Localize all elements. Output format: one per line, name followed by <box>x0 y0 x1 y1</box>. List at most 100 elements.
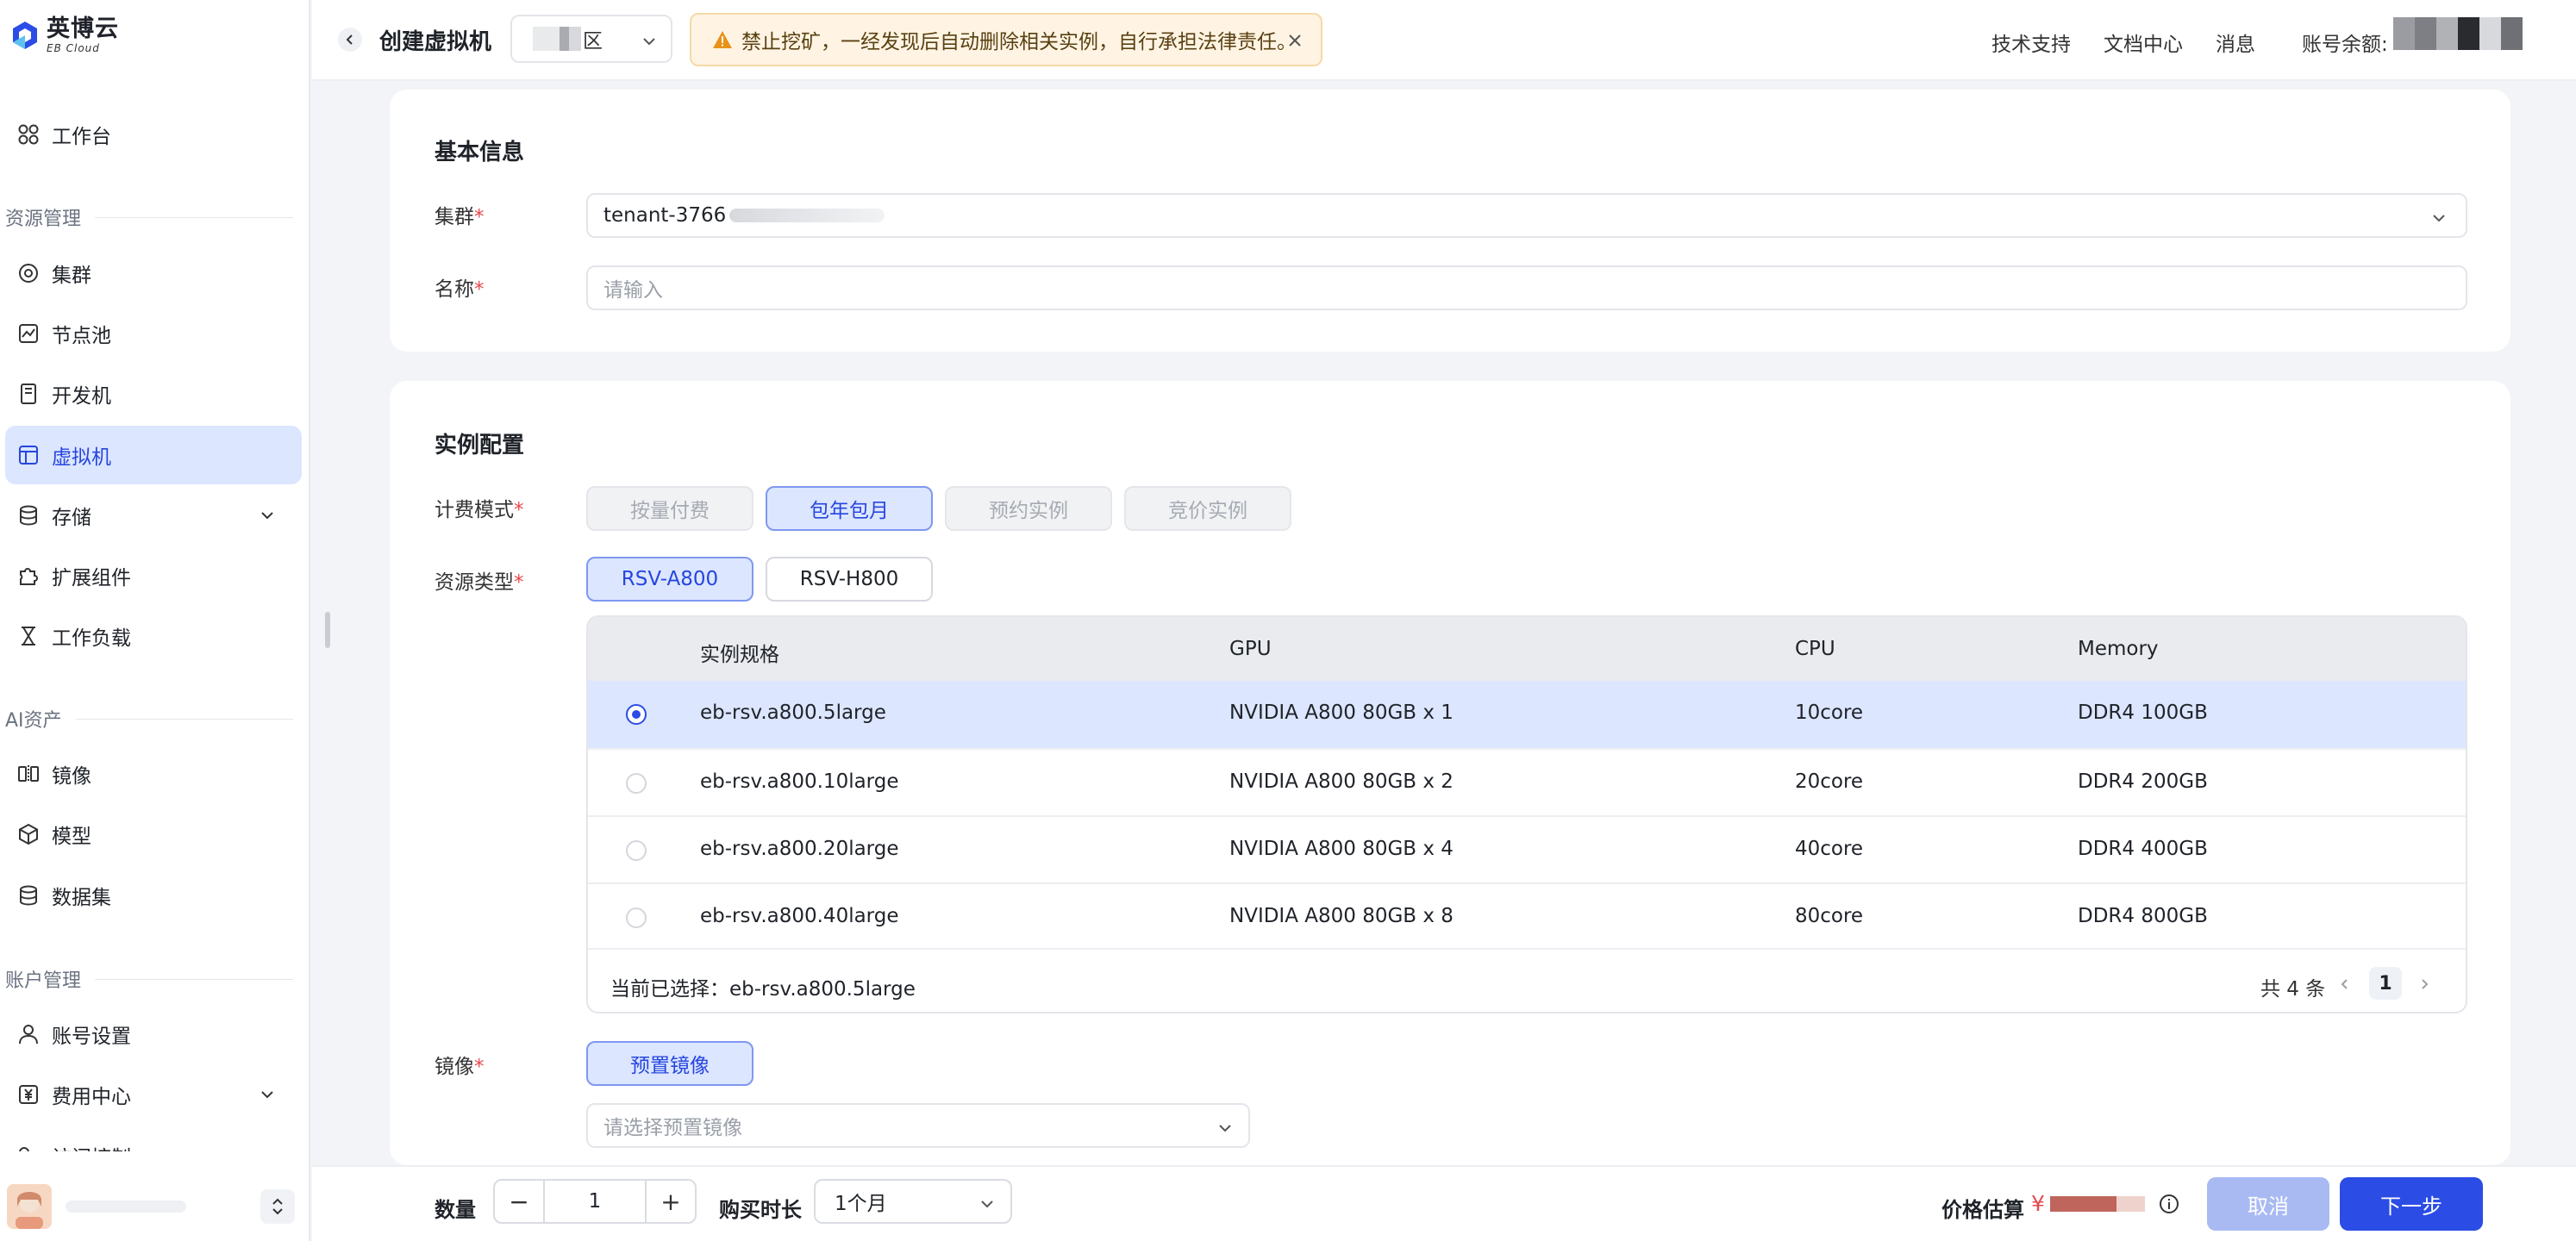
sidebar-item-vm[interactable]: 虚拟机 <box>5 426 302 484</box>
name-input[interactable]: 请输入 <box>586 265 2467 310</box>
duration-select[interactable]: 1个月 <box>814 1179 1012 1224</box>
nav-workbench[interactable]: 工作台 <box>5 105 302 164</box>
avatar <box>7 1184 52 1229</box>
cluster-label: 集群* <box>435 206 485 228</box>
next-page-button[interactable] <box>2409 969 2440 1000</box>
sidebar-item-devmachine[interactable]: 开发机 <box>5 365 302 423</box>
logo[interactable]: 英博云 EB Cloud <box>12 17 119 53</box>
cell-memory: DDR4 800GB <box>2078 905 2208 927</box>
row-radio[interactable] <box>626 840 647 861</box>
cluster-value: tenant-3766 <box>603 204 727 227</box>
resource-option-a800[interactable]: RSV-A800 <box>586 557 753 602</box>
decrement-button[interactable]: − <box>495 1181 543 1222</box>
instance-config-card: 实例配置 计费模式* 按量付费 包年包月 预约实例 竞价实例 资源类型* RSV… <box>390 381 2510 1165</box>
chevron-down-icon <box>261 512 273 520</box>
billing-option-spot[interactable]: 竞价实例 <box>1124 486 1291 531</box>
increment-button[interactable]: + <box>647 1181 695 1222</box>
price-label: 价格估算 <box>1941 1198 2024 1222</box>
current-selection: 当前已选择：eb-rsv.a800.5large <box>610 972 916 1001</box>
warning-banner: 禁止挖矿，一经发现后自动删除相关实例，自行承担法律责任。 <box>690 13 1322 66</box>
nav-label: 访问控制 <box>52 1141 131 1151</box>
page-title: 创建虚拟机 <box>379 29 492 55</box>
quantity-value[interactable]: 1 <box>543 1181 647 1222</box>
key-icon <box>19 1147 29 1151</box>
nav-label: 工作台 <box>52 126 111 148</box>
price-value-redacted <box>2049 1195 2145 1212</box>
quantity-label: 数量 <box>435 1198 476 1222</box>
table-row[interactable]: eb-rsv.a800.20large NVIDIA A800 80GB x 4… <box>588 815 2466 882</box>
messages-link[interactable]: 消息 <box>2216 28 2255 57</box>
chevron-down-icon <box>1219 1125 1231 1132</box>
sidebar-item-extensions[interactable]: 扩展组件 <box>5 546 302 605</box>
tech-support-link[interactable]: 技术支持 <box>1991 28 2071 57</box>
cell-gpu: NVIDIA A800 80GB x 1 <box>1229 702 1454 724</box>
sidebar-item-billing[interactable]: 费用中心 <box>5 1065 302 1124</box>
mirror-icon <box>18 765 39 783</box>
nav-label: 开发机 <box>52 385 111 408</box>
sidebar-item-storage[interactable]: 存储 <box>5 486 302 545</box>
billing-option-payg[interactable]: 按量付费 <box>586 486 753 531</box>
sidebar-item-dataset[interactable]: 数据集 <box>5 866 302 925</box>
region-select[interactable]: 区 <box>510 15 672 63</box>
table-row[interactable]: eb-rsv.a800.5large NVIDIA A800 80GB x 1 … <box>588 681 2466 748</box>
section-title-instance: 实例配置 <box>435 433 525 458</box>
logo-name: 英博云 <box>47 16 119 42</box>
sidebar-item-access-control[interactable]: 访问控制 <box>5 1126 302 1151</box>
nav-label: 模型 <box>52 826 91 848</box>
chart-icon <box>19 324 38 343</box>
database-icon <box>20 505 37 526</box>
sidebar-item-workload[interactable]: 工作负载 <box>5 607 302 665</box>
cancel-button[interactable]: 取消 <box>2207 1177 2329 1231</box>
nav-label: 节点池 <box>52 325 111 347</box>
billing-label: 计费模式* <box>435 499 524 521</box>
table-row[interactable]: eb-rsv.a800.40large NVIDIA A800 80GB x 8… <box>588 882 2466 950</box>
cell-memory: DDR4 100GB <box>2078 702 2208 724</box>
close-icon[interactable] <box>1286 32 1304 49</box>
page-number[interactable]: 1 <box>2369 967 2402 1000</box>
row-radio[interactable] <box>626 704 647 725</box>
next-step-button[interactable]: 下一步 <box>2340 1177 2483 1231</box>
nav-section-ai: AI资产 <box>5 705 293 733</box>
info-icon[interactable] <box>2159 1194 2179 1214</box>
sidebar-resize-handle[interactable] <box>325 612 330 648</box>
sidebar-item-model[interactable]: 模型 <box>5 805 302 864</box>
preset-image-select[interactable]: 请选择预置镜像 <box>586 1103 1250 1148</box>
nav-label: 数据集 <box>52 887 111 909</box>
billing-option-reserved[interactable]: 预约实例 <box>945 486 1112 531</box>
nav-label: 集群 <box>52 265 91 287</box>
chevron-down-icon <box>981 1200 993 1208</box>
billing-option-subscription[interactable]: 包年包月 <box>766 486 933 531</box>
chevron-right-icon <box>2422 979 2429 989</box>
quantity-stepper[interactable]: − 1 + <box>493 1179 697 1224</box>
resource-option-h800[interactable]: RSV-H800 <box>766 557 933 602</box>
image-option-preset[interactable]: 预置镜像 <box>586 1041 753 1086</box>
database-icon <box>20 885 37 906</box>
cell-spec: eb-rsv.a800.5large <box>700 702 886 724</box>
table-row[interactable]: eb-rsv.a800.10large NVIDIA A800 80GB x 2… <box>588 748 2466 815</box>
sidebar-item-cluster[interactable]: 集群 <box>5 244 302 302</box>
image-label: 镜像* <box>435 1056 485 1078</box>
row-radio[interactable] <box>626 907 647 928</box>
cell-spec: eb-rsv.a800.20large <box>700 838 899 860</box>
account-switch-button[interactable] <box>260 1189 295 1224</box>
sidebar-item-nodepool[interactable]: 节点池 <box>5 304 302 363</box>
docs-center-link[interactable]: 文档中心 <box>2104 28 2183 57</box>
vm-icon <box>19 446 38 465</box>
nav-label: 账号设置 <box>52 1026 131 1048</box>
back-button[interactable] <box>338 28 362 52</box>
bottom-action-bar: 数量 − 1 + 购买时长 1个月 价格估算 ¥ 取消 下一步 <box>312 1165 2576 1241</box>
cluster-select[interactable]: tenant-3766 <box>586 193 2467 238</box>
chevron-left-icon <box>2341 979 2348 989</box>
logo-mark-icon <box>13 22 37 49</box>
cell-gpu: NVIDIA A800 80GB x 8 <box>1229 905 1454 927</box>
user-profile[interactable] <box>7 1181 300 1232</box>
row-radio[interactable] <box>626 773 647 794</box>
prev-page-button[interactable] <box>2329 969 2360 1000</box>
sidebar-item-mirror[interactable]: 镜像 <box>5 745 302 803</box>
section-label: 资源管理 <box>5 209 82 230</box>
currency-symbol: ¥ <box>2031 1191 2045 1216</box>
region-name-redacted <box>533 27 581 51</box>
cluster-id-redacted <box>729 209 885 222</box>
cell-spec: eb-rsv.a800.40large <box>700 905 899 927</box>
sidebar-item-account-settings[interactable]: 账号设置 <box>5 1005 302 1063</box>
